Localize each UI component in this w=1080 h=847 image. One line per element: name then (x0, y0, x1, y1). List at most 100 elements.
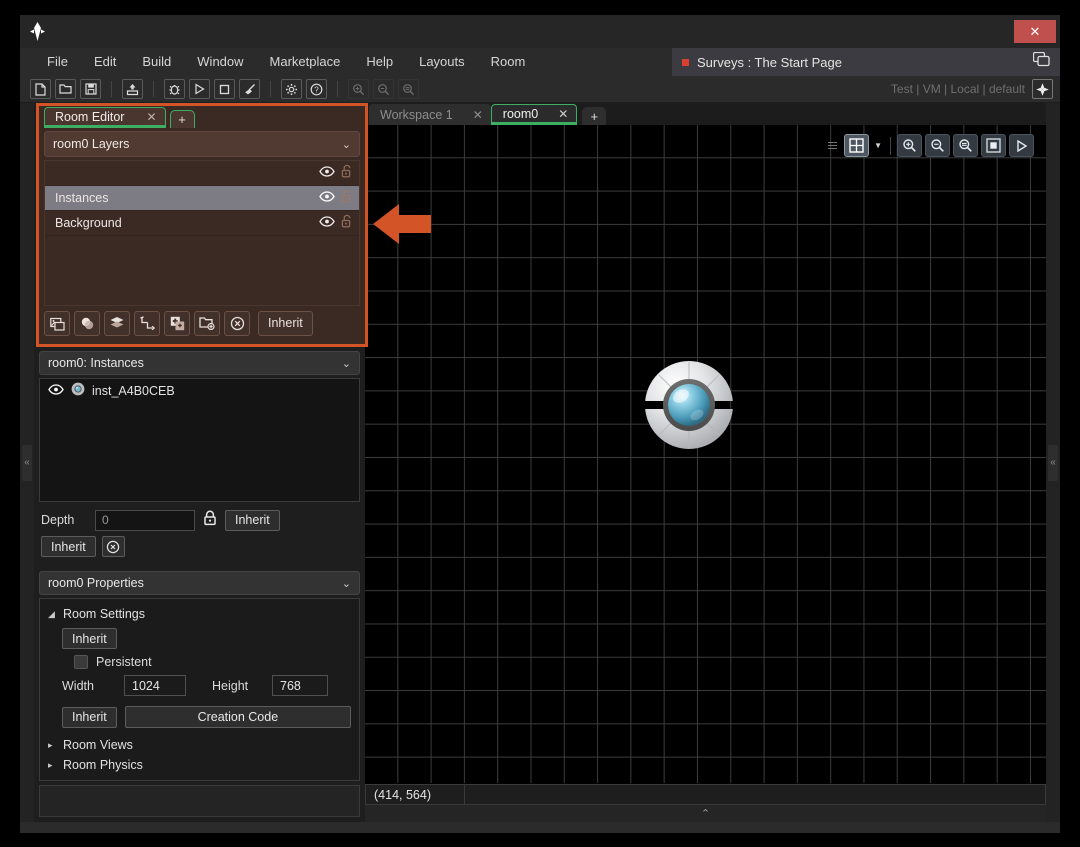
run-play-icon[interactable] (189, 79, 210, 99)
zoom-reset-icon[interactable] (398, 79, 419, 99)
canvas-toolbar-drag-handle[interactable] (828, 142, 838, 149)
room-physics-group[interactable]: ▸ Room Physics (48, 756, 351, 774)
eye-icon[interactable] (48, 382, 64, 400)
zoom-reset-icon[interactable] (953, 134, 978, 157)
menu-marketplace[interactable]: Marketplace (257, 48, 354, 76)
close-window-button[interactable]: ✕ (1014, 20, 1056, 43)
instances-inherit-button[interactable]: Inherit (41, 536, 96, 557)
persistent-checkbox[interactable] (74, 655, 88, 669)
unlock-icon[interactable] (341, 189, 353, 208)
canvas-toolbar: ▼ (828, 134, 1034, 157)
layer-row-icons (319, 189, 353, 208)
unlock-icon[interactable] (341, 164, 353, 183)
add-workspace-tab-button[interactable]: + (582, 107, 607, 125)
left-panel-collapse-rail[interactable]: « (20, 103, 34, 822)
layer-row-icons (319, 214, 353, 233)
add-path-layer-icon[interactable] (134, 310, 160, 336)
help-question-icon[interactable]: ? (306, 79, 327, 99)
menu-window[interactable]: Window (184, 48, 256, 76)
triangle-collapsed-icon[interactable]: ▸ (48, 760, 57, 771)
depth-input[interactable]: 0 (95, 509, 195, 531)
menu-build[interactable]: Build (129, 48, 184, 76)
width-input[interactable]: 1024 (124, 675, 186, 696)
canvas-status-bar: (414, 564) (365, 783, 1046, 805)
delete-layer-icon[interactable] (224, 310, 250, 336)
pointer-arrow-left (373, 202, 431, 251)
creation-code-row: Inherit Creation Code (62, 706, 351, 728)
layer-name: Instances (55, 191, 109, 205)
height-input[interactable]: 768 (272, 675, 328, 696)
zoom-out-icon[interactable] (373, 79, 394, 99)
room-instance-sprite[interactable] (637, 353, 741, 462)
tab-room0[interactable]: room0 ✕ (490, 104, 578, 125)
run-room-icon[interactable] (1009, 134, 1034, 157)
right-panel-collapse-rail[interactable]: « (1046, 103, 1060, 822)
open-folder-icon[interactable] (55, 79, 76, 99)
target-crosshair-icon[interactable] (1032, 79, 1053, 99)
clean-broom-icon[interactable] (239, 79, 260, 99)
unlock-icon[interactable] (341, 214, 353, 233)
room-views-group[interactable]: ▸ Room Views (48, 736, 351, 754)
add-tile-layer-icon[interactable] (104, 310, 130, 336)
svg-text:?: ? (314, 85, 319, 94)
grid-toggle-icon[interactable] (844, 134, 870, 157)
preferences-gear-icon[interactable] (281, 79, 302, 99)
chevron-down-icon[interactable]: ⌄ (342, 357, 351, 370)
menu-room[interactable]: Room (478, 48, 539, 76)
chevron-down-icon[interactable]: ⌄ (342, 577, 351, 590)
tab-room-editor[interactable]: Room Editor ✕ (44, 107, 166, 128)
triangle-collapsed-icon[interactable]: ▸ (48, 740, 57, 751)
add-instance-layer-icon[interactable] (164, 310, 190, 336)
zoom-in-icon[interactable] (348, 79, 369, 99)
layers-panel-header[interactable]: room0 Layers ⌄ (44, 131, 360, 157)
left-panel-bottom-area (39, 785, 360, 817)
tab-room-editor-close-icon[interactable]: ✕ (146, 110, 156, 124)
layer-row-icons (319, 164, 353, 183)
chat-bubbles-icon[interactable] (1032, 51, 1050, 72)
instances-panel-header[interactable]: room0: Instances ⌄ (39, 351, 360, 375)
new-file-icon[interactable] (30, 79, 51, 99)
chevron-down-icon[interactable]: ⌄ (342, 138, 351, 151)
creation-code-button[interactable]: Creation Code (124, 706, 351, 728)
layers-inherit-button[interactable]: Inherit (258, 310, 313, 336)
bottom-collapse-bar[interactable]: ⌃ (365, 805, 1046, 822)
layer-row[interactable] (45, 161, 359, 186)
eye-icon[interactable] (319, 189, 335, 207)
right-collapse-chevron[interactable]: « (1048, 444, 1058, 481)
fit-to-view-icon[interactable] (981, 134, 1006, 157)
properties-panel-header[interactable]: room0 Properties ⌄ (39, 571, 360, 595)
creation-code-inherit-button[interactable]: Inherit (62, 706, 117, 728)
room-canvas[interactable]: ▼ (365, 125, 1046, 783)
layer-row-instances[interactable]: Instances (45, 186, 359, 211)
project-tab[interactable]: Surveys : The Start Page (672, 48, 1060, 76)
list-item-instance[interactable]: inst_A4B0CEB (40, 379, 359, 403)
clear-circle-x-icon[interactable] (101, 536, 125, 557)
zoom-in-icon[interactable] (897, 134, 922, 157)
add-background-layer-icon[interactable] (44, 310, 70, 336)
tab-workspace-1-close-icon[interactable]: ✕ (473, 108, 483, 122)
stop-square-icon[interactable] (214, 79, 235, 99)
room-settings-group[interactable]: ◢ Room Settings (48, 605, 351, 623)
menu-help[interactable]: Help (353, 48, 406, 76)
menu-layouts[interactable]: Layouts (406, 48, 478, 76)
depth-inherit-button[interactable]: Inherit (225, 509, 280, 531)
eye-icon[interactable] (319, 164, 335, 182)
add-asset-layer-icon[interactable] (74, 310, 100, 336)
tab-room0-close-icon[interactable]: ✕ (558, 107, 568, 121)
debug-bug-icon[interactable] (164, 79, 185, 99)
triangle-expanded-icon[interactable]: ◢ (48, 609, 57, 620)
add-editor-tab-button[interactable]: + (169, 110, 195, 128)
zoom-out-icon[interactable] (925, 134, 950, 157)
grid-options-caret-icon[interactable]: ▼ (872, 141, 884, 150)
tab-workspace-1[interactable]: Workspace 1 ✕ (369, 104, 491, 125)
save-icon[interactable] (80, 79, 101, 99)
lock-closed-icon[interactable] (203, 510, 217, 531)
room-settings-inherit-button[interactable]: Inherit (62, 628, 117, 649)
eye-icon[interactable] (319, 214, 335, 232)
export-icon[interactable] (122, 79, 143, 99)
menu-edit[interactable]: Edit (81, 48, 129, 76)
menu-file[interactable]: File (34, 48, 81, 76)
layer-row-background[interactable]: Background (45, 211, 359, 236)
add-folder-icon[interactable] (194, 310, 220, 336)
left-collapse-chevron[interactable]: « (22, 444, 32, 481)
